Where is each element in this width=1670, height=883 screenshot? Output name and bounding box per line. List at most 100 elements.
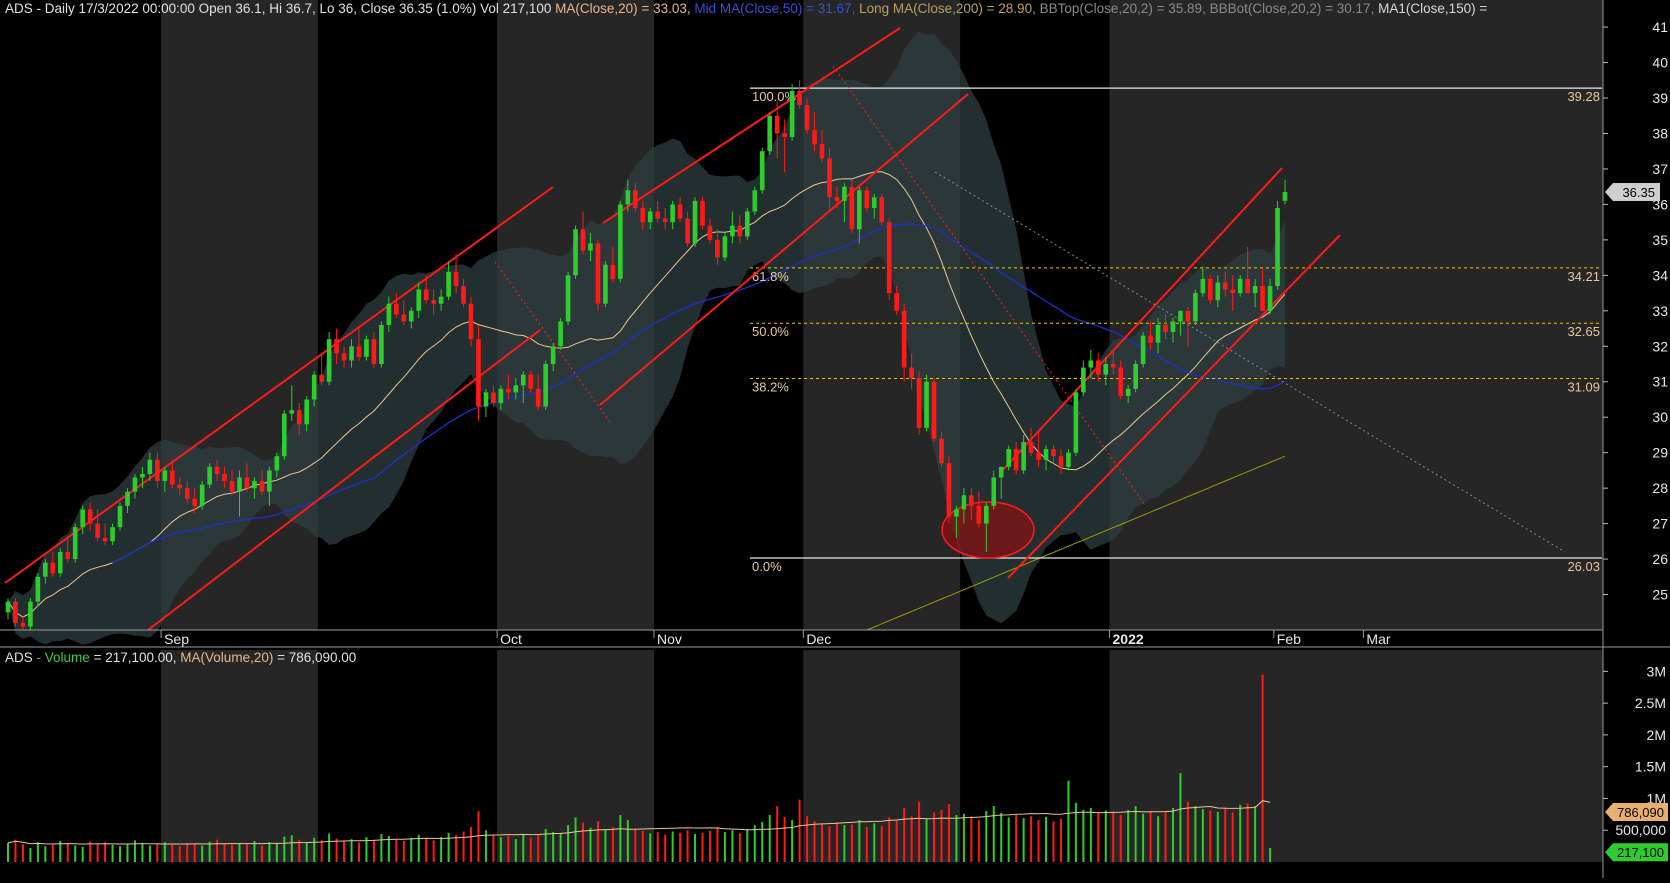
volume-bar[interactable] bbox=[634, 828, 637, 862]
candle-body[interactable] bbox=[20, 622, 26, 627]
volume-bar[interactable] bbox=[36, 842, 39, 862]
candle-body[interactable] bbox=[924, 381, 929, 428]
volume-bar[interactable] bbox=[1261, 674, 1264, 862]
volume-bar[interactable] bbox=[596, 821, 599, 862]
candle-body[interactable] bbox=[304, 399, 310, 425]
volume-bar[interactable] bbox=[985, 811, 988, 862]
candle-body[interactable] bbox=[1208, 278, 1213, 301]
candle-body[interactable] bbox=[1193, 293, 1198, 322]
candle-body[interactable] bbox=[43, 562, 48, 577]
candle-body[interactable] bbox=[1058, 456, 1064, 467]
volume-bar[interactable] bbox=[126, 843, 129, 862]
volume-bar[interactable] bbox=[171, 844, 174, 862]
volume-bar[interactable] bbox=[671, 831, 674, 862]
candle-body[interactable] bbox=[483, 392, 489, 407]
volume-bar[interactable] bbox=[1067, 780, 1070, 862]
candle-body[interactable] bbox=[349, 346, 354, 361]
candle-body[interactable] bbox=[707, 225, 713, 240]
volume-bar[interactable] bbox=[268, 842, 271, 862]
volume-bar[interactable] bbox=[895, 820, 898, 862]
candle-body[interactable] bbox=[931, 381, 937, 439]
volume-bar[interactable] bbox=[798, 799, 801, 862]
candle-body[interactable] bbox=[976, 505, 982, 524]
candle-body[interactable] bbox=[319, 374, 324, 382]
candle-body[interactable] bbox=[864, 190, 870, 208]
volume-bar[interactable] bbox=[201, 845, 204, 862]
candle-body[interactable] bbox=[341, 353, 347, 361]
volume-bar[interactable] bbox=[148, 845, 151, 862]
volume-bar[interactable] bbox=[955, 814, 958, 862]
volume-bar[interactable] bbox=[880, 825, 883, 862]
volume-bar[interactable] bbox=[947, 804, 950, 862]
volume-bar[interactable] bbox=[1157, 816, 1160, 862]
candle-body[interactable] bbox=[386, 303, 392, 325]
volume-bar[interactable] bbox=[231, 844, 234, 862]
volume-bar[interactable] bbox=[514, 839, 517, 862]
candle-body[interactable] bbox=[1282, 192, 1288, 201]
candle-body[interactable] bbox=[1222, 282, 1228, 290]
volume-bar[interactable] bbox=[731, 830, 734, 862]
candle-body[interactable] bbox=[595, 243, 601, 304]
volume-bar[interactable] bbox=[193, 844, 196, 862]
candle-body[interactable] bbox=[670, 204, 675, 223]
candle-body[interactable] bbox=[1073, 392, 1079, 453]
candle-body[interactable] bbox=[169, 470, 175, 485]
candle-body[interactable] bbox=[214, 466, 220, 474]
volume-bar[interactable] bbox=[843, 825, 846, 862]
candle-body[interactable] bbox=[468, 303, 474, 340]
candle-body[interactable] bbox=[513, 385, 519, 393]
volume-bar[interactable] bbox=[664, 834, 667, 862]
candle-body[interactable] bbox=[782, 133, 787, 138]
candle-body[interactable] bbox=[259, 481, 265, 492]
volume-bar[interactable] bbox=[1030, 816, 1033, 862]
volume-bar[interactable] bbox=[1149, 811, 1152, 862]
candle-body[interactable] bbox=[804, 105, 810, 130]
candle-body[interactable] bbox=[446, 271, 451, 297]
volume-bar[interactable] bbox=[1037, 820, 1040, 862]
candle-body[interactable] bbox=[394, 303, 399, 315]
volume-bar[interactable] bbox=[1127, 809, 1130, 862]
candle-body[interactable] bbox=[379, 325, 384, 365]
candle-body[interactable] bbox=[1215, 282, 1221, 301]
candle-body[interactable] bbox=[715, 239, 720, 258]
candle-body[interactable] bbox=[774, 115, 780, 134]
candle-body[interactable] bbox=[423, 289, 429, 301]
candle-body[interactable] bbox=[580, 229, 586, 251]
volume-bar[interactable] bbox=[649, 833, 652, 862]
volume-bar[interactable] bbox=[44, 846, 47, 862]
candle-body[interactable] bbox=[1140, 335, 1146, 365]
volume-bar[interactable] bbox=[962, 813, 965, 862]
candle-body[interactable] bbox=[961, 495, 967, 510]
volume-bar[interactable] bbox=[462, 831, 465, 862]
candle-body[interactable] bbox=[1252, 285, 1258, 294]
candle-body[interactable] bbox=[311, 374, 317, 400]
volume-bar[interactable] bbox=[253, 841, 256, 862]
candle-body[interactable] bbox=[1043, 449, 1049, 460]
candle-body[interactable] bbox=[894, 293, 899, 311]
volume-bar[interactable] bbox=[694, 834, 697, 862]
volume-bar[interactable] bbox=[477, 811, 480, 862]
volume-bar[interactable] bbox=[186, 842, 189, 862]
candle-body[interactable] bbox=[80, 509, 85, 528]
volume-bar[interactable] bbox=[320, 840, 323, 862]
candle-body[interactable] bbox=[184, 488, 190, 499]
volume-bar[interactable] bbox=[835, 822, 838, 862]
candle-body[interactable] bbox=[296, 410, 302, 425]
volume-bar[interactable] bbox=[178, 846, 181, 862]
candle-body[interactable] bbox=[991, 477, 997, 506]
volume-bar[interactable] bbox=[1052, 821, 1055, 862]
volume-bar[interactable] bbox=[313, 837, 316, 862]
candle-body[interactable] bbox=[827, 158, 832, 198]
candle-body[interactable] bbox=[983, 505, 989, 524]
candle-body[interactable] bbox=[640, 207, 646, 223]
candle-body[interactable] bbox=[797, 90, 802, 106]
volume-bar[interactable] bbox=[873, 823, 876, 862]
volume-bar[interactable] bbox=[1209, 810, 1212, 862]
volume-bar[interactable] bbox=[1216, 811, 1219, 862]
candle-body[interactable] bbox=[550, 346, 556, 365]
candle-body[interactable] bbox=[1267, 285, 1273, 311]
candle-body[interactable] bbox=[50, 562, 56, 574]
candle-body[interactable] bbox=[95, 523, 100, 538]
volume-bar[interactable] bbox=[455, 835, 458, 862]
candle-body[interactable] bbox=[1036, 452, 1041, 460]
